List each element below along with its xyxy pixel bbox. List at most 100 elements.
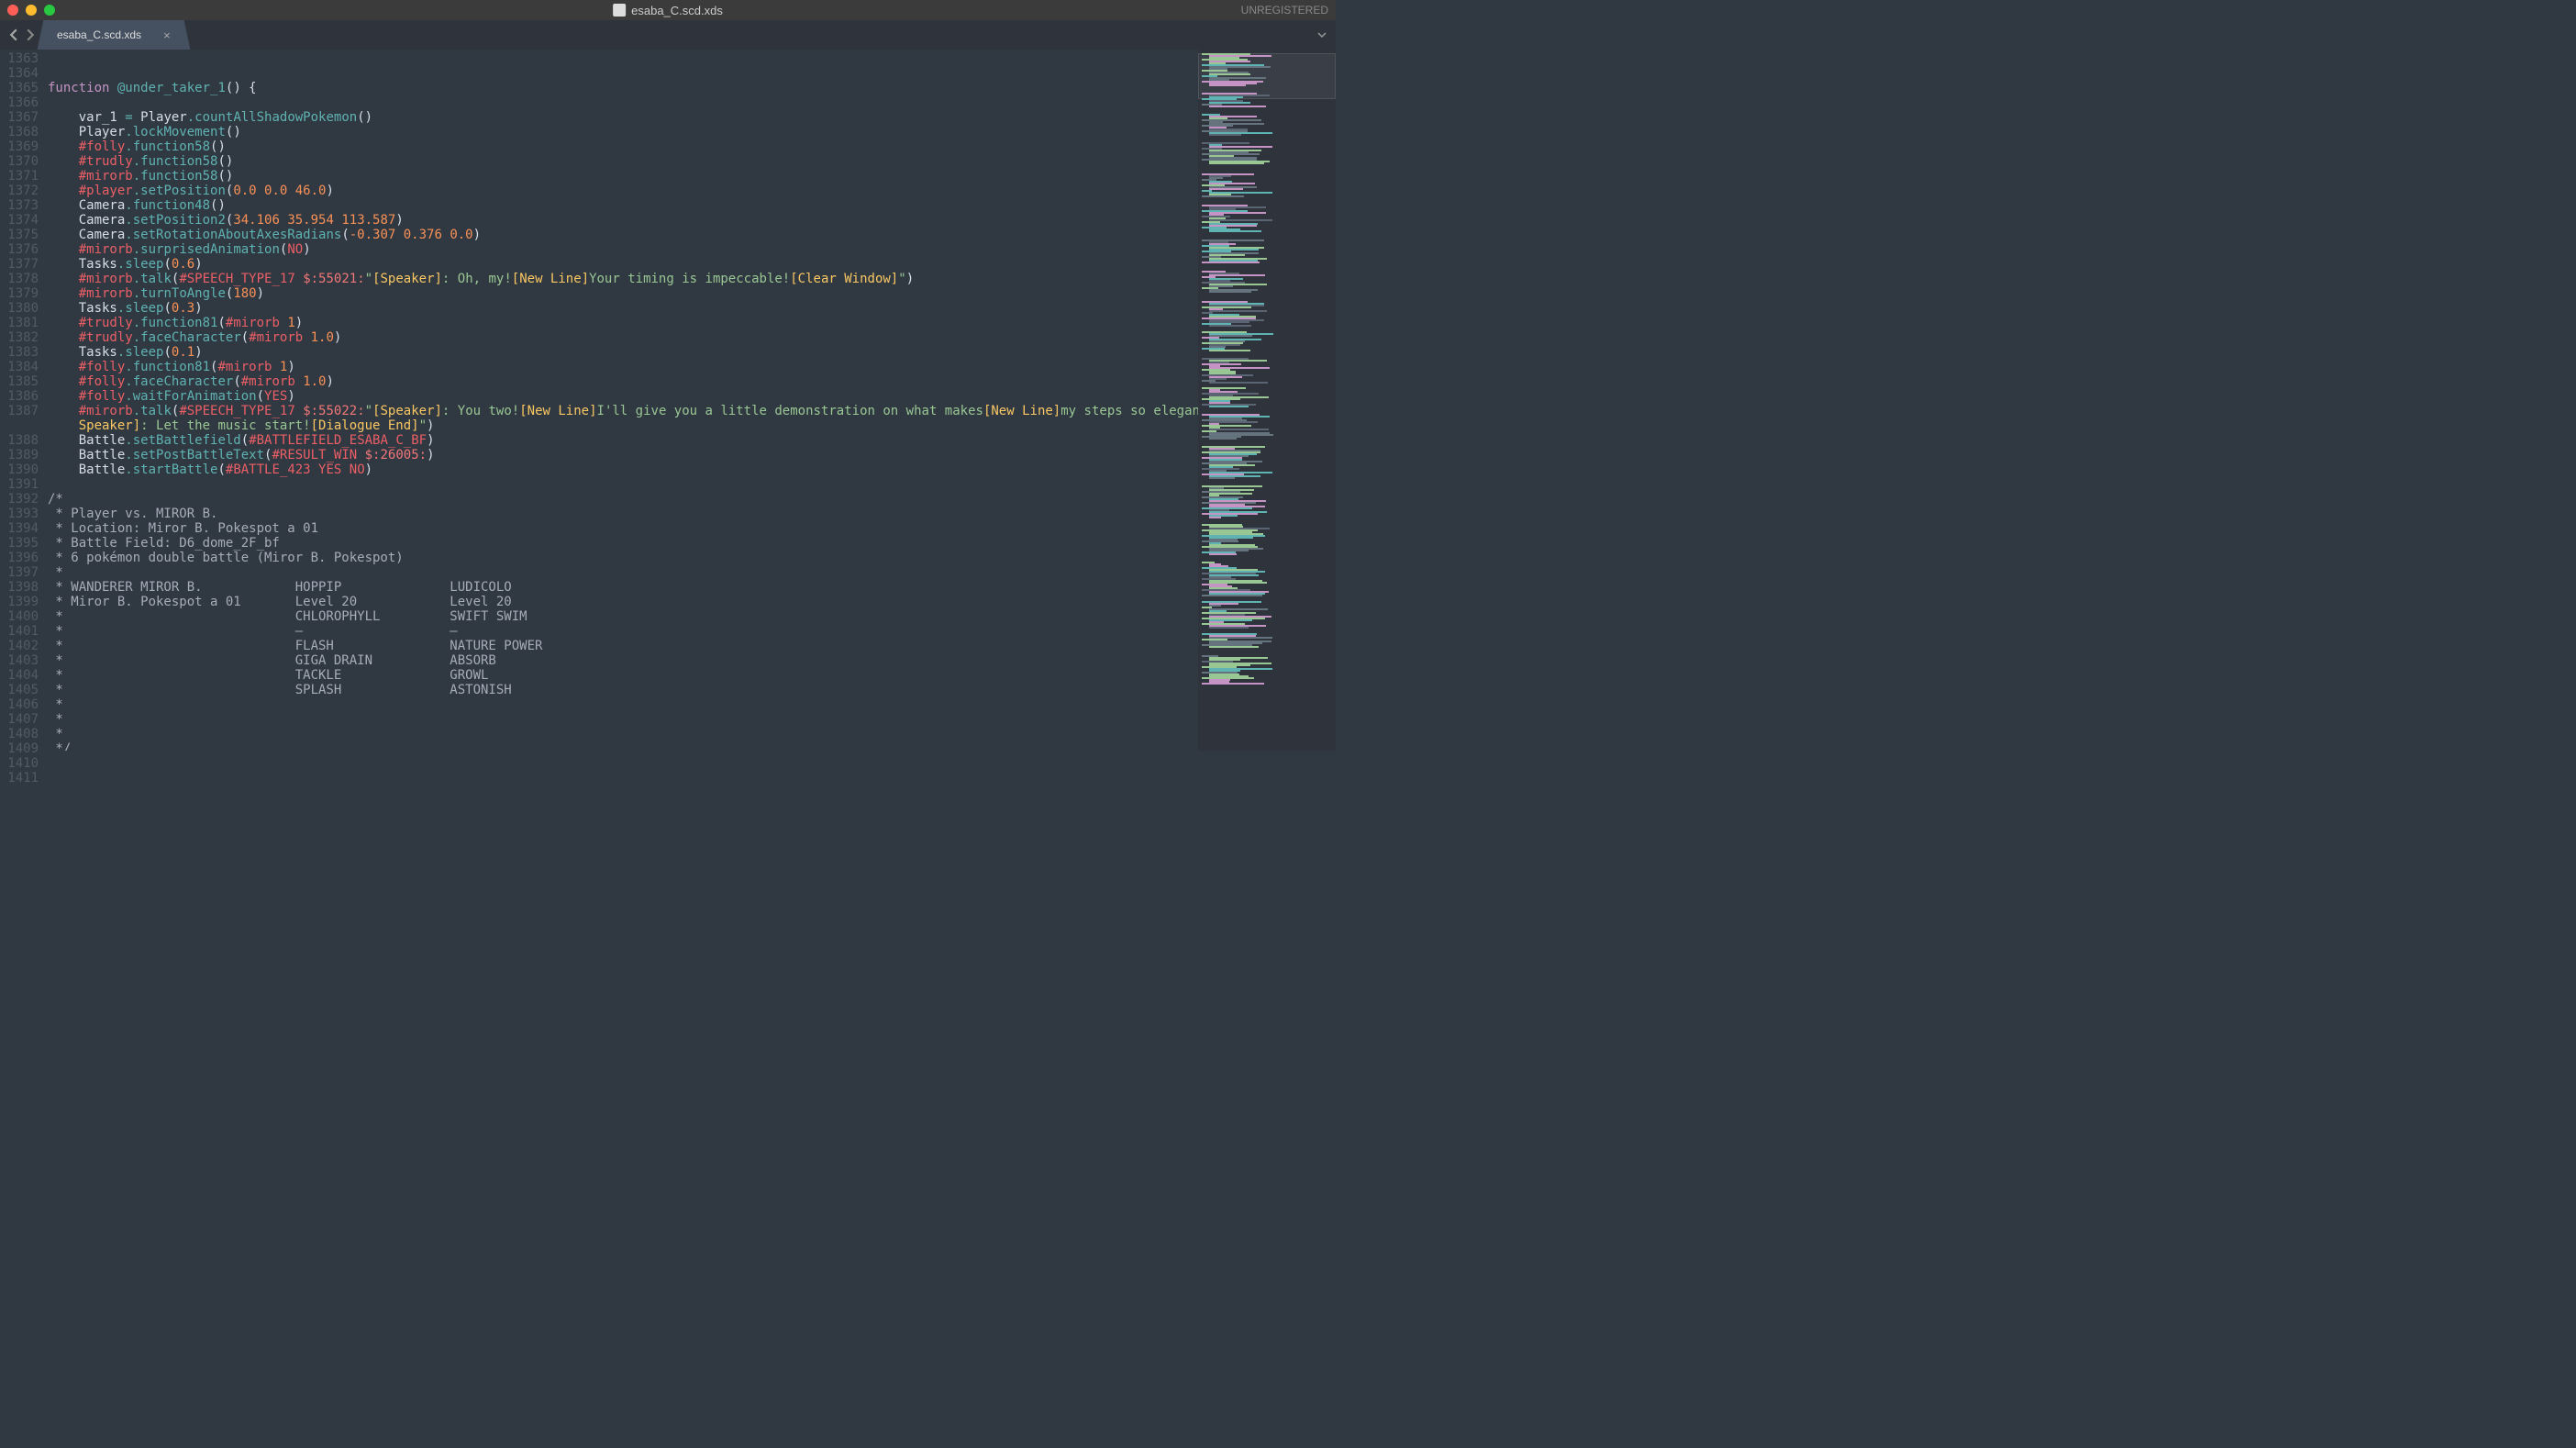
file-icon — [613, 4, 626, 17]
line-number: 1405 — [0, 683, 39, 697]
code-line[interactable]: #mirorb.talk(#SPEECH_TYPE_17 $:55021:"[S… — [48, 272, 1198, 286]
code-line[interactable]: * Player vs. MIROR B. — [48, 507, 1198, 521]
code-line[interactable] — [48, 51, 1198, 66]
tab-bar: esaba_C.scd.xds × — [0, 20, 1336, 50]
code-line[interactable]: Battle.setBattlefield(#BATTLEFIELD_ESABA… — [48, 433, 1198, 448]
line-number: 1369 — [0, 139, 39, 154]
code-line[interactable]: * FLASH NATURE POWER — [48, 639, 1198, 653]
line-number: 1383 — [0, 345, 39, 360]
line-gutter: 1363136413651366136713681369137013711372… — [0, 50, 48, 751]
code-line[interactable] — [48, 95, 1198, 110]
code-line[interactable]: #folly.function81(#mirorb 1) — [48, 360, 1198, 374]
line-number: 1386 — [0, 389, 39, 404]
line-number: 1366 — [0, 95, 39, 110]
code-line[interactable]: */ — [48, 741, 1198, 751]
line-number: 1372 — [0, 184, 39, 198]
window-title: esaba_C.scd.xds — [613, 4, 723, 17]
code-line[interactable]: #player.setPosition(0.0 0.0 46.0) — [48, 184, 1198, 198]
line-number: 1395 — [0, 536, 39, 551]
line-number: 1365 — [0, 81, 39, 95]
code-line[interactable]: * WANDERER MIROR B. HOPPIP LUDICOLO — [48, 580, 1198, 595]
line-number: 1389 — [0, 448, 39, 462]
code-line[interactable]: /* — [48, 492, 1198, 507]
maximize-button[interactable] — [44, 5, 55, 16]
line-number: 1409 — [0, 741, 39, 756]
minimap[interactable] — [1198, 50, 1336, 751]
line-number: 1391 — [0, 477, 39, 492]
line-number: 1364 — [0, 66, 39, 81]
code-line[interactable]: #mirorb.function58() — [48, 169, 1198, 184]
line-number: 1379 — [0, 286, 39, 301]
line-number: 1377 — [0, 257, 39, 272]
code-line[interactable]: Tasks.sleep(0.3) — [48, 301, 1198, 316]
code-line[interactable]: #folly.faceCharacter(#mirorb 1.0) — [48, 374, 1198, 389]
nav-forward-icon[interactable] — [24, 28, 37, 41]
code-line[interactable]: Tasks.sleep(0.1) — [48, 345, 1198, 360]
code-line[interactable]: #mirorb.surprisedAnimation(NO) — [48, 242, 1198, 257]
traffic-lights — [7, 5, 55, 16]
line-number: 1387 — [0, 404, 39, 418]
line-number: 1406 — [0, 697, 39, 712]
code-line[interactable]: Tasks.sleep(0.6) — [48, 257, 1198, 272]
line-number: 1373 — [0, 198, 39, 213]
code-line[interactable]: #mirorb.talk(#SPEECH_TYPE_17 $:55022:"[S… — [48, 404, 1198, 418]
line-number: 1399 — [0, 595, 39, 609]
line-number: 1401 — [0, 624, 39, 639]
nav-back-icon[interactable] — [7, 28, 20, 41]
code-line[interactable]: Camera.function48() — [48, 198, 1198, 213]
line-number: 1367 — [0, 110, 39, 125]
code-line[interactable]: Speaker]: Let the music start![Dialogue … — [48, 418, 1198, 433]
line-number: 1363 — [0, 51, 39, 66]
line-number: 1371 — [0, 169, 39, 184]
code-line[interactable]: * Battle Field: D6_dome_2F_bf — [48, 536, 1198, 551]
line-number: 1410 — [0, 756, 39, 771]
code-line[interactable]: Camera.setRotationAboutAxesRadians(-0.30… — [48, 228, 1198, 242]
code-line[interactable]: #mirorb.turnToAngle(180) — [48, 286, 1198, 301]
code-line[interactable]: * 6 pokémon double battle (Miror B. Poke… — [48, 551, 1198, 565]
code-line[interactable]: * Location: Miror B. Pokespot a 01 — [48, 521, 1198, 536]
line-number: 1380 — [0, 301, 39, 316]
tab-active[interactable]: esaba_C.scd.xds × — [44, 20, 183, 50]
line-number: 1404 — [0, 668, 39, 683]
line-number: 1381 — [0, 316, 39, 330]
code-line[interactable] — [48, 477, 1198, 492]
minimize-button[interactable] — [26, 5, 37, 16]
code-line[interactable]: * CHLOROPHYLL SWIFT SWIM — [48, 609, 1198, 624]
code-line[interactable]: * – – — [48, 624, 1198, 639]
line-number: 1388 — [0, 433, 39, 448]
line-number: 1397 — [0, 565, 39, 580]
code-line[interactable]: * — [48, 565, 1198, 580]
line-number: 1393 — [0, 507, 39, 521]
code-area[interactable]: function @under_taker_1() { var_1 = Play… — [48, 50, 1198, 751]
line-number: 1396 — [0, 551, 39, 565]
line-number: 1384 — [0, 360, 39, 374]
code-line[interactable]: * — [48, 712, 1198, 727]
tab-overflow-icon[interactable] — [1308, 20, 1336, 50]
code-line[interactable]: #trudly.function58() — [48, 154, 1198, 169]
code-line[interactable]: * SPLASH ASTONISH — [48, 683, 1198, 697]
close-button[interactable] — [7, 5, 18, 16]
line-number: 1407 — [0, 712, 39, 727]
titlebar: esaba_C.scd.xds UNREGISTERED — [0, 0, 1336, 20]
code-line[interactable]: * — [48, 697, 1198, 712]
code-line[interactable]: * GIGA DRAIN ABSORB — [48, 653, 1198, 668]
code-line[interactable] — [48, 66, 1198, 81]
code-line[interactable]: #folly.function58() — [48, 139, 1198, 154]
code-line[interactable]: Battle.startBattle(#BATTLE_423 YES NO) — [48, 462, 1198, 477]
code-line[interactable]: var_1 = Player.countAllShadowPokemon() — [48, 110, 1198, 125]
line-number: 1403 — [0, 653, 39, 668]
code-line[interactable]: * TACKLE GROWL — [48, 668, 1198, 683]
code-line[interactable]: Player.lockMovement() — [48, 125, 1198, 139]
code-line[interactable]: #trudly.function81(#mirorb 1) — [48, 316, 1198, 330]
tab-close-icon[interactable]: × — [163, 28, 171, 42]
code-line[interactable]: #folly.waitForAnimation(YES) — [48, 389, 1198, 404]
code-line[interactable]: * — [48, 727, 1198, 741]
code-line[interactable]: * Miror B. Pokespot a 01 Level 20 Level … — [48, 595, 1198, 609]
code-line[interactable]: Battle.setPostBattleText(#RESULT_WIN $:2… — [48, 448, 1198, 462]
code-line[interactable]: Camera.setPosition2(34.106 35.954 113.58… — [48, 213, 1198, 228]
code-line[interactable]: #trudly.faceCharacter(#mirorb 1.0) — [48, 330, 1198, 345]
line-number: 1394 — [0, 521, 39, 536]
code-line[interactable]: function @under_taker_1() { — [48, 81, 1198, 95]
line-number: 1411 — [0, 771, 39, 785]
line-number: 1375 — [0, 228, 39, 242]
